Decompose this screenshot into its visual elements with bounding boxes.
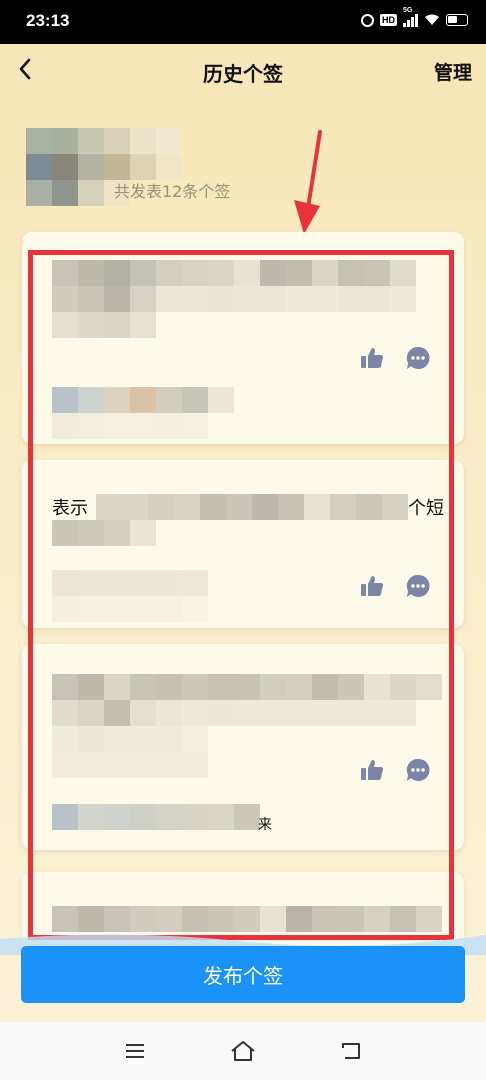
home-icon: [231, 1041, 255, 1061]
battery-icon: [446, 14, 468, 26]
page-title: 历史个签: [203, 62, 283, 86]
wifi-icon: [425, 14, 439, 25]
menu-button[interactable]: [121, 1038, 149, 1064]
home-button[interactable]: [229, 1038, 257, 1064]
status-bar: 23:13 HD 5G: [0, 0, 486, 44]
manage-button[interactable]: 管理: [434, 58, 472, 85]
red-arrow-annotation: [294, 130, 322, 234]
post-count-text: 共发表12条个签: [114, 182, 231, 201]
status-icons: HD 5G: [361, 7, 468, 27]
network-label: 5G: [403, 7, 413, 14]
signal-icon: 5G: [403, 7, 418, 27]
status-time: 23:13: [26, 11, 70, 30]
nav-header: 历史个签 管理: [0, 44, 486, 96]
publish-signature-button[interactable]: 发布个签: [21, 946, 465, 1003]
alarm-icon: [361, 13, 374, 27]
back-icon: [342, 1043, 360, 1059]
system-nav-bar: [0, 1022, 486, 1080]
system-back-button[interactable]: [337, 1038, 365, 1064]
red-highlight-box: [28, 250, 454, 940]
menu-icon: [126, 1044, 144, 1058]
hd-icon: HD: [380, 14, 397, 26]
